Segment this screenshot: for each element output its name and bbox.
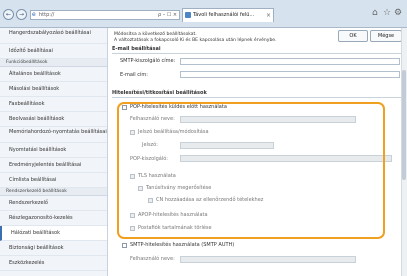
page-description: Módosítsa a következő beállításokat. A v… [114,32,334,44]
smtp-username-label: Felhasználó neve: [130,256,175,262]
browser-tab[interactable]: Távoli felhasználói felü... × [182,8,274,22]
email-input[interactable] [180,71,400,78]
smtp-auth-checkbox[interactable] [122,243,127,248]
nav-item[interactable]: Részlegazonosító-kezelés [0,211,107,226]
favorites-star-icon[interactable]: ☆ [383,8,391,18]
smtp-auth-label: SMTP-hitelesítés használata (SMTP AUTH) [130,242,235,248]
nav-item[interactable]: Beolvasási beállítások [0,112,107,127]
back-button[interactable]: ← [3,9,14,20]
nav-item[interactable]: Biztonsági beállítások [0,241,107,256]
nav-item[interactable]: Memóriahordozó-nyomtatás beállításai [0,127,107,143]
nav-item[interactable]: Eszközkezelés [0,256,107,271]
sidebar-nav: Hangerdszabályozásó beállításai Időzítő b… [0,28,108,276]
nav-item[interactable]: Címlista beállításai [0,173,107,188]
email-label: E-mail cím: [120,72,148,78]
nav-item[interactable]: Időzítő beállításai [0,44,107,59]
smtp-server-input[interactable] [180,58,400,65]
cancel-button[interactable]: Mégse [370,30,402,42]
tab-title: Távoli felhasználói felü... [193,12,255,18]
auth-section-title: Hitelesítési/titkosítási beállítások [112,90,207,96]
scrollbar-thumb[interactable] [402,70,406,180]
close-tab-icon[interactable]: × [266,9,271,22]
nav-category-header: Funkcióbeállítások [0,59,107,67]
gear-icon[interactable]: ⚙ [394,8,402,18]
home-icon[interactable]: ⌂ [372,8,378,18]
browser-toolbar: ← → e http:// ρ – ☐ × Távoli felhasználó… [0,0,407,28]
highlight-frame [117,102,385,239]
nav-category-header: Rendszerkezelő beállítások [0,188,107,196]
browser-window: ← → e http:// ρ – ☐ × Távoli felhasználó… [0,0,407,276]
nav-item[interactable]: Hálózati beállítások [0,226,107,241]
nav-item[interactable]: Hangerdszabályozásó beállításai [0,28,107,44]
section-divider [112,53,402,54]
forward-button[interactable]: → [16,9,27,20]
smtp-username-input[interactable] [180,256,356,263]
address-text: http:// [39,12,55,18]
description-line-2: A változtatások a fokapcsoló Ki és BE ka… [114,38,277,43]
nav-item[interactable]: Másolási beállítások [0,82,107,97]
email-section-title: E-mail beállításai [112,46,161,52]
browser-logo-icon: e [32,11,36,18]
nav-item[interactable]: Rendszerkezelő [0,196,107,211]
nav-item[interactable]: Faxbeállítások [0,97,107,112]
nav-item[interactable]: Eredményjelentés beállításai [0,158,107,173]
smtp-server-label: SMTP-kiszolgáló címe: [120,58,176,64]
ok-button[interactable]: OK [338,30,368,42]
nav-item[interactable]: Nyomtatási beállítások [0,143,107,158]
section-divider [112,97,402,98]
address-controls[interactable]: ρ – ☐ × [158,10,177,20]
nav-item[interactable]: Általános beállítások [0,67,107,82]
page-icon [185,12,191,18]
